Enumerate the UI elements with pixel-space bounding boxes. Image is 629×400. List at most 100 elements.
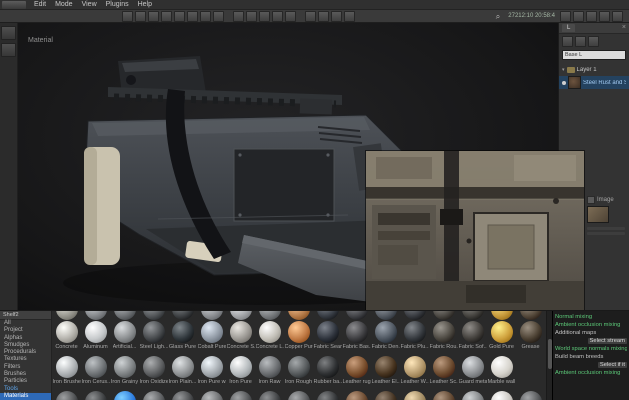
material-iron-oxidized[interactable]: Iron Oxidized xyxy=(139,356,168,385)
material-iron-pure-w[interactable]: Iron Pure w... xyxy=(197,356,226,385)
material-fabric-sof[interactable]: Fabric Sof... xyxy=(458,321,487,350)
material-swatch-partial[interactable] xyxy=(197,311,226,320)
visibility-icon[interactable] xyxy=(562,80,566,85)
material-guard-metal[interactable]: Guard metal xyxy=(458,356,487,385)
projection-icon[interactable] xyxy=(305,10,316,22)
reference-image-panel[interactable] xyxy=(365,150,585,311)
tab-layers[interactable]: L xyxy=(562,24,576,32)
material-iron-rough[interactable]: Iron Rough xyxy=(284,356,313,385)
shelf-item-particles[interactable]: Particles xyxy=(0,378,51,385)
material-swatch-partial[interactable] xyxy=(52,391,81,400)
material-iron-plain[interactable]: Iron Plain... xyxy=(168,356,197,385)
material-swatch-partial[interactable] xyxy=(197,391,226,400)
panel-close-icon[interactable]: × xyxy=(622,24,626,32)
material-swatch-partial[interactable] xyxy=(168,311,197,320)
material-swatch-partial[interactable] xyxy=(400,311,429,320)
shelf-item-tools[interactable]: Tools xyxy=(0,386,51,393)
smudge-icon[interactable] xyxy=(272,10,283,22)
shelf-item-materials[interactable]: Materials xyxy=(0,392,51,400)
menu-help[interactable]: Help xyxy=(138,0,152,10)
material-fabric-den[interactable]: Fabric Den... xyxy=(371,321,400,350)
paint-icon[interactable] xyxy=(233,10,244,22)
material-iron-brushed[interactable]: Iron Brushed xyxy=(52,356,81,385)
material-leather-sc[interactable]: Leather Sc... xyxy=(429,356,458,385)
material-cobalt-pure[interactable]: Cobalt Pure xyxy=(197,321,226,350)
material-iron-pure[interactable]: Iron Pure xyxy=(226,356,255,385)
material-swatch-partial[interactable] xyxy=(81,391,110,400)
shelf-item-filters[interactable]: Filters xyxy=(0,364,51,371)
material-concrete[interactable]: Concrete xyxy=(52,321,81,350)
paint-tool[interactable] xyxy=(1,43,16,57)
move-icon[interactable] xyxy=(135,10,146,22)
material-swatch-partial[interactable] xyxy=(516,391,545,400)
snapshot-icon[interactable] xyxy=(573,10,584,22)
material-swatch-partial[interactable] xyxy=(226,311,255,320)
material-swatch-partial[interactable] xyxy=(52,311,81,320)
shelf-item-project[interactable]: Project xyxy=(0,327,51,334)
warp-icon[interactable] xyxy=(174,10,185,22)
material-swatch-partial[interactable] xyxy=(139,311,168,320)
material-rubber-ba[interactable]: Rubber ba... xyxy=(313,356,342,385)
select-icon[interactable] xyxy=(122,10,133,22)
shelf-item-smudges[interactable]: Smudges xyxy=(0,342,51,349)
cut-icon[interactable] xyxy=(213,10,224,22)
bake-icon[interactable] xyxy=(331,10,342,22)
rotate-icon[interactable] xyxy=(148,10,159,22)
image-thumbnail[interactable] xyxy=(587,206,609,223)
material-fabric-seam[interactable]: Fabric Seam... xyxy=(313,321,342,350)
add-group-icon[interactable] xyxy=(575,36,586,47)
material-gold-pure[interactable]: Gold Pure xyxy=(487,321,516,350)
material-glass-pure[interactable]: Glass Pure xyxy=(168,321,197,350)
material-swatch-partial[interactable] xyxy=(458,311,487,320)
shelf-item-procedurals[interactable]: Procedurals xyxy=(0,349,51,356)
material-swatch-partial[interactable] xyxy=(284,391,313,400)
menu-plugins[interactable]: Plugins xyxy=(106,0,129,10)
material-leather-el[interactable]: Leather El... xyxy=(371,356,400,385)
layer-row-paint[interactable]: Steel Rust and Sca xyxy=(559,76,629,89)
symmetry-icon[interactable] xyxy=(200,10,211,22)
mask-icon[interactable] xyxy=(318,10,329,22)
material-artificial[interactable]: Artificial... xyxy=(110,321,139,350)
material-swatch-partial[interactable] xyxy=(284,311,313,320)
remove-layer-icon[interactable] xyxy=(588,36,599,47)
material-fabric-plu[interactable]: Fabric Plu... xyxy=(400,321,429,350)
material-iron-grainy[interactable]: Iron Grainy xyxy=(110,356,139,385)
shelf-item-alphas[interactable]: Alphas xyxy=(0,335,51,342)
menu-view[interactable]: View xyxy=(82,0,97,10)
material-swatch-partial[interactable] xyxy=(81,311,110,320)
material-copper-pure[interactable]: Copper Pure xyxy=(284,321,313,350)
material-grease[interactable]: Grease xyxy=(516,321,545,350)
material-swatch-partial[interactable] xyxy=(168,391,197,400)
fill-icon[interactable] xyxy=(285,10,296,22)
material-swatch-partial[interactable] xyxy=(255,391,284,400)
eraser-icon[interactable] xyxy=(246,10,257,22)
material-swatch-partial[interactable] xyxy=(342,391,371,400)
shelf-item-all[interactable]: All xyxy=(0,320,51,327)
material-steel-ligh[interactable]: Steel Ligh... xyxy=(139,321,168,350)
pen-icon[interactable] xyxy=(586,10,597,22)
material-aluminum[interactable]: Aluminum xyxy=(81,321,110,350)
menu-arrow-icon[interactable] xyxy=(612,10,623,22)
material-swatch-partial[interactable] xyxy=(371,391,400,400)
material-fabric-bas[interactable]: Fabric Bas... xyxy=(342,321,371,350)
grid-icon[interactable] xyxy=(560,10,571,22)
clone-icon[interactable] xyxy=(259,10,270,22)
material-swatch-partial[interactable] xyxy=(400,391,429,400)
monitor-icon[interactable] xyxy=(599,10,610,22)
material-swatch-partial[interactable] xyxy=(458,391,487,400)
material-concrete-s[interactable]: Concrete S... xyxy=(226,321,255,350)
material-swatch-partial[interactable] xyxy=(516,311,545,320)
material-marble-wall[interactable]: Marble wall xyxy=(487,356,516,385)
menu-mode[interactable]: Mode xyxy=(55,0,73,10)
material-swatch-partial[interactable] xyxy=(226,391,255,400)
material-fabric-rou[interactable]: Fabric Rou... xyxy=(429,321,458,350)
material-concrete-l[interactable]: Concrete L... xyxy=(255,321,284,350)
material-leather-w[interactable]: Leather W... xyxy=(400,356,429,385)
material-swatch-partial[interactable] xyxy=(313,391,342,400)
material-swatch-partial[interactable] xyxy=(255,311,284,320)
shelf-item-textures[interactable]: Textures xyxy=(0,356,51,363)
transform-tool[interactable] xyxy=(1,26,16,40)
material-swatch-partial[interactable] xyxy=(371,311,400,320)
material-swatch-partial[interactable] xyxy=(139,391,168,400)
menu-edit[interactable]: Edit xyxy=(34,0,46,10)
